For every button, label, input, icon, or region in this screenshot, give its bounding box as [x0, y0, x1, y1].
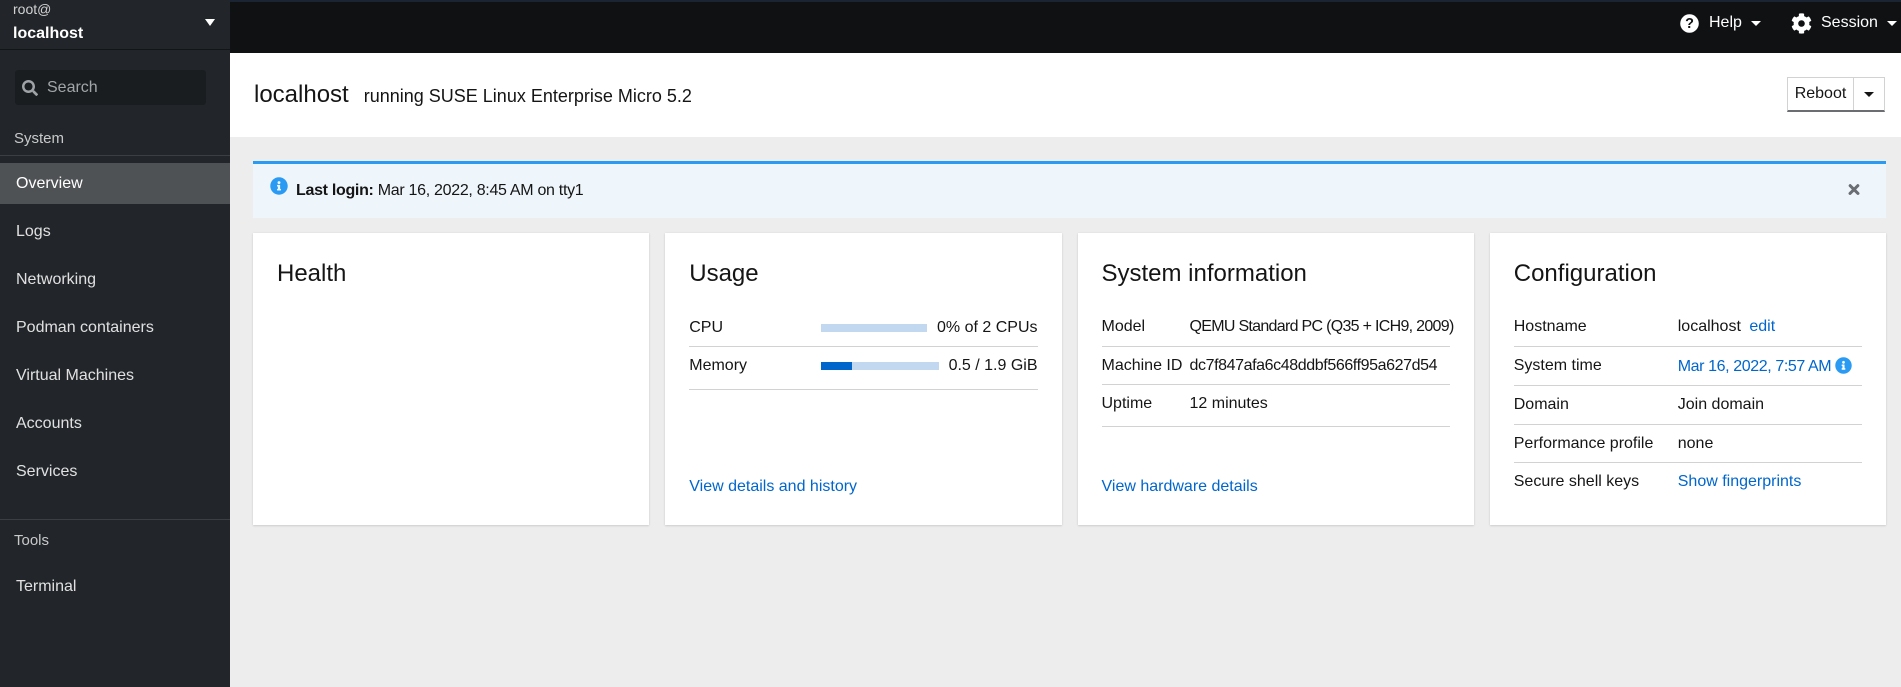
svg-text:?: ?: [1685, 16, 1694, 32]
